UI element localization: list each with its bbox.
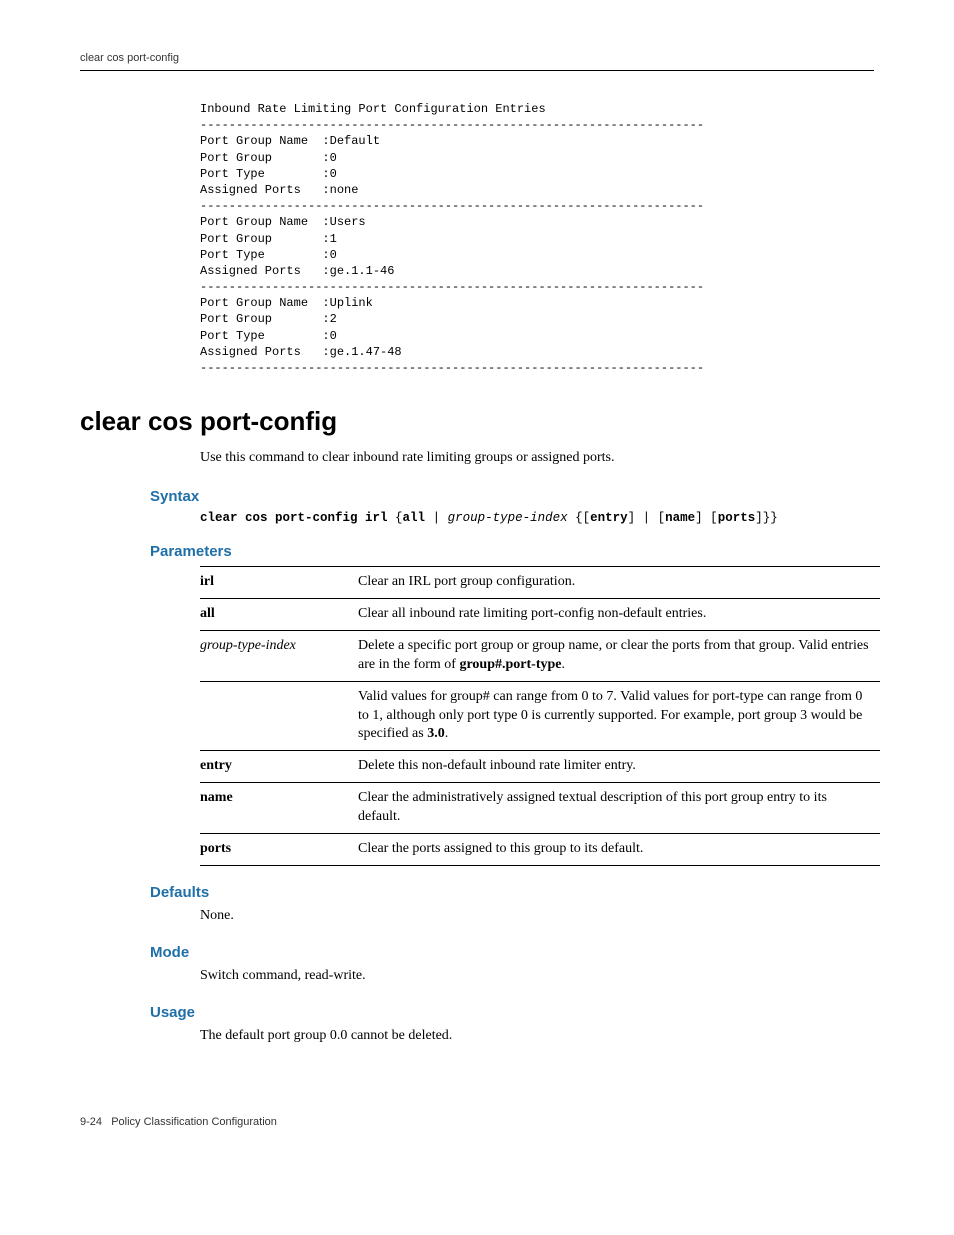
param-desc: Delete this non-default inbound rate lim… bbox=[358, 751, 880, 783]
param-desc: Delete a specific port group or group na… bbox=[358, 630, 880, 681]
page-number: 9-24 bbox=[80, 1116, 102, 1128]
table-row: ports Clear the ports assigned to this g… bbox=[200, 833, 880, 865]
param-desc: Valid values for group# can range from 0… bbox=[358, 681, 880, 751]
usage-heading: Usage bbox=[150, 1004, 874, 1021]
mode-text: Switch command, read-write. bbox=[200, 967, 874, 986]
section-title: clear cos port-config bbox=[80, 406, 874, 437]
syntax-name: name bbox=[665, 511, 695, 525]
table-row: name Clear the administratively assigned… bbox=[200, 783, 880, 834]
syntax-ports: ports bbox=[718, 511, 756, 525]
footer-label: Policy Classification Configuration bbox=[111, 1116, 277, 1128]
page-footer: 9-24 Policy Classification Configuration bbox=[80, 1116, 874, 1128]
usage-text: The default port group 0.0 cannot be del… bbox=[200, 1027, 874, 1046]
table-row: entry Delete this non-default inbound ra… bbox=[200, 751, 880, 783]
table-row: irl Clear an IRL port group configuratio… bbox=[200, 567, 880, 599]
param-name: name bbox=[200, 783, 358, 834]
running-title: clear cos port-config bbox=[80, 52, 179, 64]
table-row: Valid values for group# can range from 0… bbox=[200, 681, 880, 751]
param-name: entry bbox=[200, 751, 358, 783]
param-desc: Clear the ports assigned to this group t… bbox=[358, 833, 880, 865]
parameters-heading: Parameters bbox=[150, 543, 874, 560]
param-desc: Clear the administratively assigned text… bbox=[358, 783, 880, 834]
cli-output-block: Inbound Rate Limiting Port Configuration… bbox=[200, 101, 874, 376]
param-desc: Clear all inbound rate limiting port-con… bbox=[358, 598, 880, 630]
table-row: group-type-index Delete a specific port … bbox=[200, 630, 880, 681]
defaults-heading: Defaults bbox=[150, 884, 874, 901]
section-intro: Use this command to clear inbound rate l… bbox=[200, 449, 874, 468]
param-name: ports bbox=[200, 833, 358, 865]
parameters-table: irl Clear an IRL port group configuratio… bbox=[200, 566, 880, 866]
syntax-all: all bbox=[403, 511, 426, 525]
syntax-group-type-index: group-type-index bbox=[448, 511, 568, 525]
syntax-entry: entry bbox=[590, 511, 628, 525]
mode-heading: Mode bbox=[150, 944, 874, 961]
param-name: all bbox=[200, 598, 358, 630]
defaults-text: None. bbox=[200, 907, 874, 926]
param-desc: Clear an IRL port group configuration. bbox=[358, 567, 880, 599]
param-name-empty bbox=[200, 681, 358, 751]
syntax-heading: Syntax bbox=[150, 488, 874, 505]
param-name: group-type-index bbox=[200, 630, 358, 681]
page-header: clear cos port-config bbox=[80, 50, 874, 71]
syntax-cmd: clear cos port-config irl bbox=[200, 511, 388, 525]
table-row: all Clear all inbound rate limiting port… bbox=[200, 598, 880, 630]
syntax-line: clear cos port-config irl {all | group-t… bbox=[200, 511, 874, 525]
param-name: irl bbox=[200, 567, 358, 599]
